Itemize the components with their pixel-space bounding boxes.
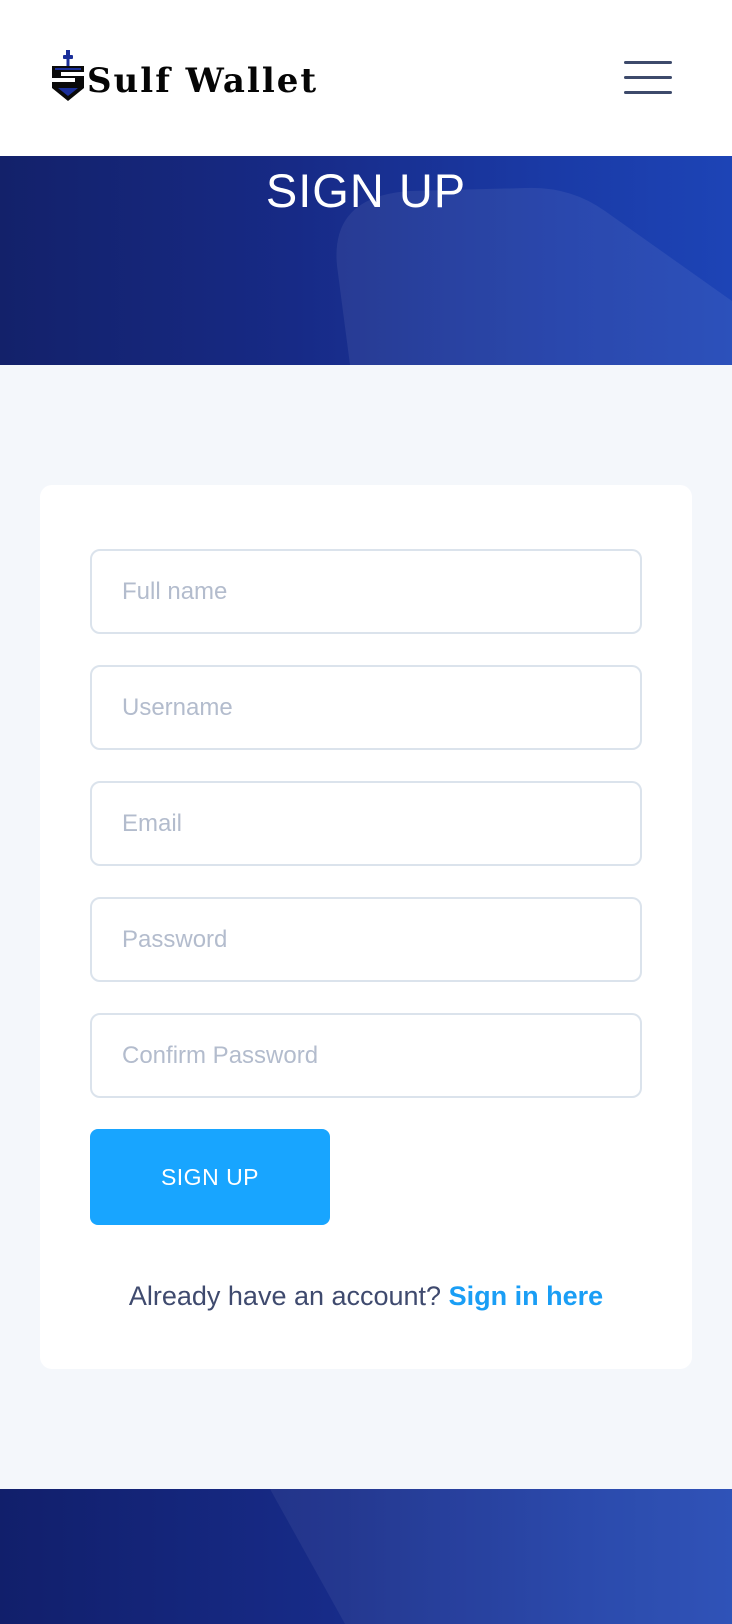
username-field[interactable]	[90, 665, 642, 750]
full-name-field[interactable]	[90, 549, 642, 634]
signin-prompt-row: Already have an account? Sign in here	[40, 1278, 692, 1314]
signup-page: Sulf Wallet SIGN UP SIGN UP Already have…	[0, 0, 732, 1624]
brand-name: Sulf Wallet	[87, 61, 319, 101]
sign-up-button[interactable]: SIGN UP	[90, 1129, 330, 1225]
hero-banner: SIGN UP	[0, 156, 732, 365]
site-footer	[0, 1489, 732, 1624]
confirm-password-field[interactable]	[90, 1013, 642, 1098]
shield-sword-logo-icon	[52, 50, 84, 101]
menu-line	[624, 76, 672, 79]
signup-card: SIGN UP Already have an account? Sign in…	[40, 485, 692, 1369]
menu-line	[624, 61, 672, 64]
footer-decorative-shape	[270, 1489, 732, 1624]
hamburger-menu-icon[interactable]	[622, 58, 672, 98]
email-field[interactable]	[90, 781, 642, 866]
menu-line	[624, 91, 672, 94]
page-title: SIGN UP	[265, 164, 467, 217]
sign-in-link[interactable]: Sign in here	[449, 1281, 604, 1311]
password-field[interactable]	[90, 897, 642, 982]
site-header: Sulf Wallet	[0, 0, 732, 156]
brand-link[interactable]: Sulf Wallet	[50, 50, 318, 106]
signin-prompt-text: Already have an account?	[128, 1281, 442, 1311]
